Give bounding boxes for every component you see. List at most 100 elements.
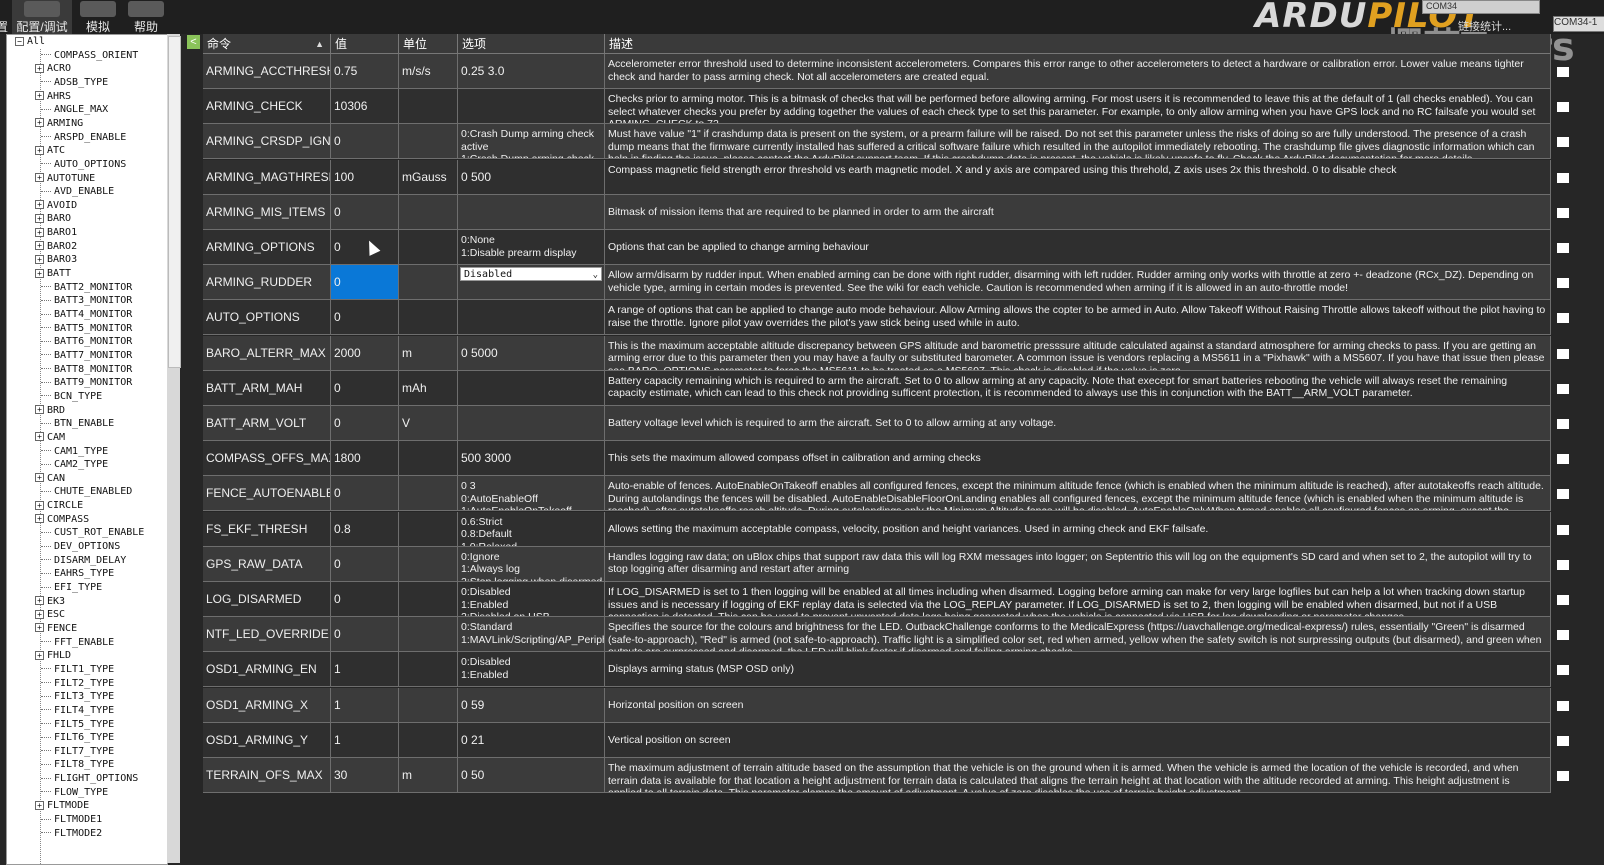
table-row[interactable]: ARMING_CRSDP_IGN 0 0:Crash Dump arming che…	[203, 124, 1569, 160]
table-row[interactable]: AUTO_OPTIONS 0 A range of options that can…	[203, 300, 1569, 336]
row-checkbox[interactable]	[1557, 278, 1569, 289]
tree-item[interactable]: + CIRCLE	[35, 499, 83, 513]
tree-item[interactable]: BATT3_MONITOR	[41, 294, 132, 308]
row-checkbox[interactable]	[1557, 243, 1569, 253]
expand-icon[interactable]: +	[35, 432, 44, 442]
param-value-cell[interactable]: 100	[331, 159, 399, 195]
toolbar-partial-label[interactable]: 置	[0, 0, 8, 34]
options-dropdown[interactable]: Disabled ⌄	[460, 267, 602, 282]
row-checkbox[interactable]	[1557, 630, 1569, 641]
row-checkbox[interactable]	[1557, 67, 1569, 77]
tree-item[interactable]: + FHLD	[35, 649, 71, 663]
header-unit[interactable]: 单位	[399, 34, 458, 54]
param-value-cell[interactable]: 0	[331, 617, 399, 653]
param-value-cell[interactable]: 0	[331, 300, 399, 336]
expand-icon[interactable]: +	[35, 268, 44, 278]
tree-item[interactable]: BCN_TYPE	[41, 390, 102, 404]
table-row[interactable]: FS_EKF_THRESH 0.8 0.6:Strict 0.8:Default 1…	[203, 511, 1569, 547]
param-value-cell[interactable]: 1	[331, 687, 399, 723]
toolbar-simulation-button[interactable]: 模拟	[78, 0, 118, 34]
param-value-cell[interactable]: 0	[331, 406, 399, 441]
table-row[interactable]: ARMING_RUDDER 0 Disabled ⌄ Allow arm/disarm …	[203, 265, 1569, 301]
tree-item[interactable]: + FENCE	[35, 622, 77, 636]
row-checkbox[interactable]	[1557, 172, 1569, 183]
tree-item[interactable]: + CAN	[35, 472, 65, 486]
tree-item[interactable]: + BRD	[35, 404, 65, 418]
expand-icon[interactable]: +	[35, 63, 44, 73]
row-checkbox[interactable]	[1557, 348, 1569, 359]
param-value-cell[interactable]: 1	[331, 722, 399, 758]
tree-item[interactable]: + FLTMODE	[35, 799, 89, 813]
param-value-cell[interactable]: 2000	[331, 335, 399, 371]
tree-item[interactable]: + ATC	[35, 144, 65, 158]
param-value-cell[interactable]: 1800	[331, 441, 399, 477]
expand-icon[interactable]: +	[35, 118, 44, 128]
header-description[interactable]: 描述	[605, 34, 1551, 54]
table-row[interactable]: LOG_DISARMED 0 0:Disabled 1:Enabled 2:Disa…	[203, 582, 1569, 617]
tree-item[interactable]: + BARO	[35, 212, 71, 226]
tree-item[interactable]: FILT7_TYPE	[41, 745, 114, 759]
table-row[interactable]: ARMING_CHECK 10306 Checks prior to arming …	[203, 89, 1569, 125]
table-row[interactable]: OSD1_ARMING_Y 1 0 21 Vertical position on s…	[203, 722, 1569, 758]
expand-icon[interactable]: +	[35, 609, 44, 619]
tree-item[interactable]: FILT3_TYPE	[41, 690, 114, 704]
link-stats-link[interactable]: 链接统计...	[1458, 18, 1511, 34]
table-row[interactable]: GPS_RAW_DATA 0 0:Ignore 1:Always log 2:Sto…	[203, 546, 1569, 582]
expand-icon[interactable]: +	[35, 473, 44, 483]
param-value-cell[interactable]: 0	[331, 194, 399, 230]
collapse-tree-button[interactable]: <	[187, 35, 200, 49]
param-value-cell[interactable]: 0	[331, 265, 399, 301]
param-value-cell[interactable]: 0.75	[331, 54, 399, 89]
tree-item[interactable]: + CAM	[35, 431, 65, 445]
tree-item[interactable]: FLTMODE2	[41, 827, 102, 841]
tree-item[interactable]: BATT6_MONITOR	[41, 335, 132, 349]
table-row[interactable]: FENCE_AUTOENABLE 0 0 3 0:AutoEnableOff 1:A…	[203, 476, 1569, 512]
expand-icon[interactable]: +	[35, 514, 44, 524]
tree-item[interactable]: BATT4_MONITOR	[41, 308, 132, 322]
tree-item[interactable]: FFT_ENABLE	[41, 636, 114, 650]
expand-icon[interactable]: +	[35, 145, 44, 155]
tree-item[interactable]: DEV_OPTIONS	[41, 540, 120, 554]
tree-item[interactable]: FILT5_TYPE	[41, 718, 114, 732]
expand-icon[interactable]: +	[35, 800, 44, 810]
tree-item[interactable]: FILT2_TYPE	[41, 677, 114, 691]
tree-root-all[interactable]: − All	[15, 35, 45, 49]
table-row[interactable]: OSD1_ARMING_X 1 0 59 Horizontal position on…	[203, 687, 1569, 723]
tree-item[interactable]: + BARO2	[35, 240, 77, 254]
com-port-select[interactable]: COM34	[1422, 0, 1540, 14]
row-checkbox[interactable]	[1557, 559, 1569, 570]
table-row[interactable]: TERRAIN_OFS_MAX 30 m 0 50 The maximum adjust…	[203, 758, 1569, 793]
row-checkbox[interactable]	[1557, 665, 1569, 676]
table-row[interactable]: ARMING_MAGTHRESH 100 mGauss 0 500 Compass ma…	[203, 159, 1569, 195]
tree-item[interactable]: BATT2_MONITOR	[41, 281, 132, 295]
tree-item[interactable]: ARSPD_ENABLE	[41, 131, 126, 145]
table-row[interactable]: BARO_ALTERR_MAX 2000 m 0 5000 This is the ma…	[203, 335, 1569, 371]
collapse-icon[interactable]: −	[15, 36, 24, 46]
expand-icon[interactable]: +	[35, 227, 44, 237]
tree-item[interactable]: BATT9_MONITOR	[41, 376, 132, 390]
row-checkbox[interactable]	[1557, 700, 1569, 711]
table-row[interactable]: ARMING_MIS_ITEMS 0 Bitmask of mission item…	[203, 194, 1569, 230]
row-checkbox[interactable]	[1557, 207, 1569, 218]
row-checkbox[interactable]	[1557, 102, 1569, 113]
tree-item[interactable]: FLTMODE1	[41, 813, 102, 827]
tree-item[interactable]: FILT4_TYPE	[41, 704, 114, 718]
tree-item[interactable]: BATT7_MONITOR	[41, 349, 132, 363]
param-value-cell[interactable]: 0.8	[331, 511, 399, 547]
row-checkbox[interactable]	[1557, 454, 1569, 465]
param-value-cell[interactable]: 1	[331, 652, 399, 688]
param-value-cell[interactable]: 10306	[331, 89, 399, 125]
tree-item[interactable]: EFI_TYPE	[41, 581, 102, 595]
tree-scrollbar-thumb[interactable]	[168, 36, 181, 368]
param-value-cell[interactable]: 0	[331, 124, 399, 160]
expand-icon[interactable]: +	[35, 650, 44, 660]
tree-item[interactable]: COMPASS_ORIENT	[41, 49, 138, 63]
row-checkbox[interactable]	[1557, 489, 1569, 500]
tree-item[interactable]: AVD_ENABLE	[41, 185, 114, 199]
table-row[interactable]: ARMING_ACCTHRESH 0.75 m/s/s 0.25 3.0 Acceler…	[203, 54, 1569, 89]
param-value-cell[interactable]: 0	[331, 476, 399, 512]
param-value-cell[interactable]: 0	[331, 546, 399, 582]
row-checkbox[interactable]	[1557, 771, 1569, 781]
param-value-cell[interactable]: 0	[331, 370, 399, 406]
tree-item[interactable]: + BATT	[35, 267, 71, 281]
